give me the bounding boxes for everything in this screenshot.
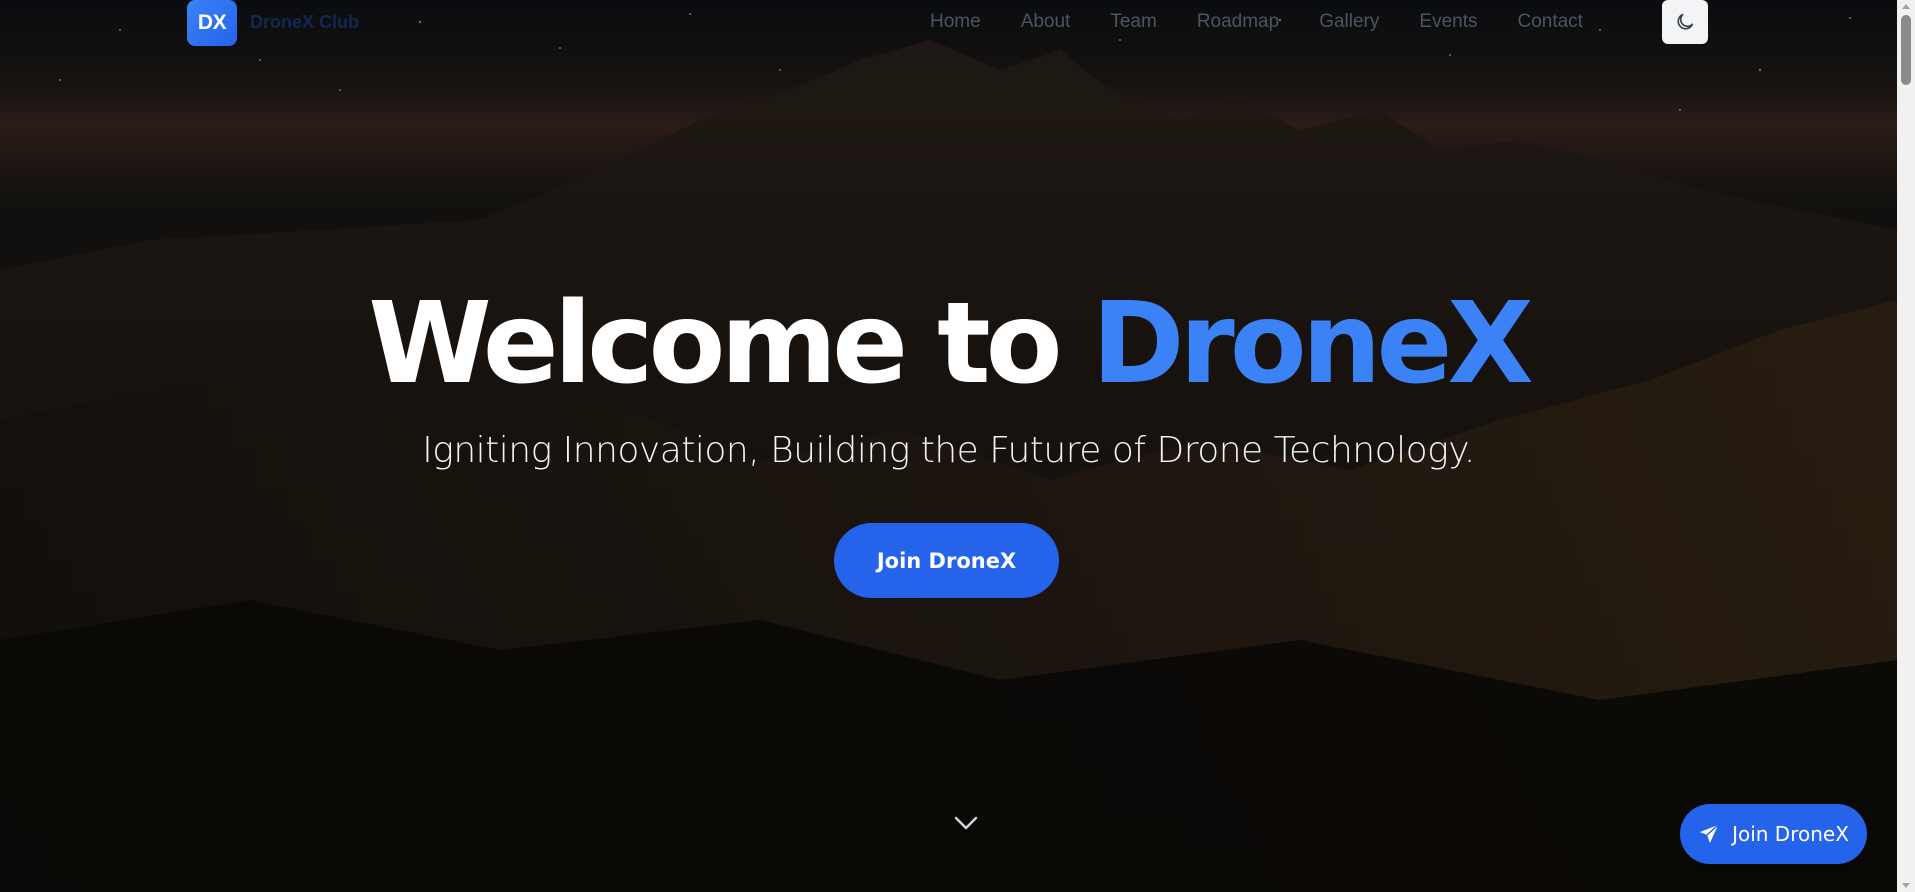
nav-link-about[interactable]: About	[1021, 11, 1071, 33]
scroll-up-arrow-icon[interactable]	[1902, 4, 1910, 9]
scrollbar-thumb[interactable]	[1901, 15, 1911, 85]
logo-badge[interactable]: DX	[187, 0, 237, 46]
theme-toggle-button[interactable]	[1662, 0, 1708, 44]
brand-name[interactable]: DroneX Club	[250, 12, 359, 33]
vertical-scrollbar[interactable]	[1897, 0, 1915, 892]
nav-link-events[interactable]: Events	[1419, 11, 1477, 33]
floating-join-label: Join DroneX	[1732, 822, 1849, 846]
nav-link-roadmap[interactable]: Roadmap	[1197, 11, 1279, 33]
join-dronex-button[interactable]: Join DroneX	[834, 523, 1059, 598]
nav-link-team[interactable]: Team	[1110, 11, 1156, 33]
paper-plane-icon	[1699, 824, 1719, 844]
navbar: DX DroneX Club Home About Team Roadmap G…	[0, 0, 1897, 48]
nav-link-home[interactable]: Home	[930, 11, 981, 33]
scroll-down-arrow-icon[interactable]	[1902, 883, 1910, 888]
floating-join-button[interactable]: Join DroneX	[1680, 804, 1867, 864]
nav-link-gallery[interactable]: Gallery	[1319, 11, 1379, 33]
hero-title-accent: DroneX	[1091, 279, 1534, 409]
nav-links: Home About Team Roadmap Gallery Events C…	[930, 11, 1623, 33]
chevron-down-icon[interactable]	[952, 812, 980, 834]
hero-title-prefix: Welcome to	[368, 279, 1092, 409]
hero-title: Welcome to DroneX	[0, 277, 1897, 411]
moon-icon	[1677, 13, 1694, 30]
hero-subtitle: Igniting Innovation, Building the Future…	[422, 430, 1475, 471]
nav-link-contact[interactable]: Contact	[1517, 11, 1582, 33]
